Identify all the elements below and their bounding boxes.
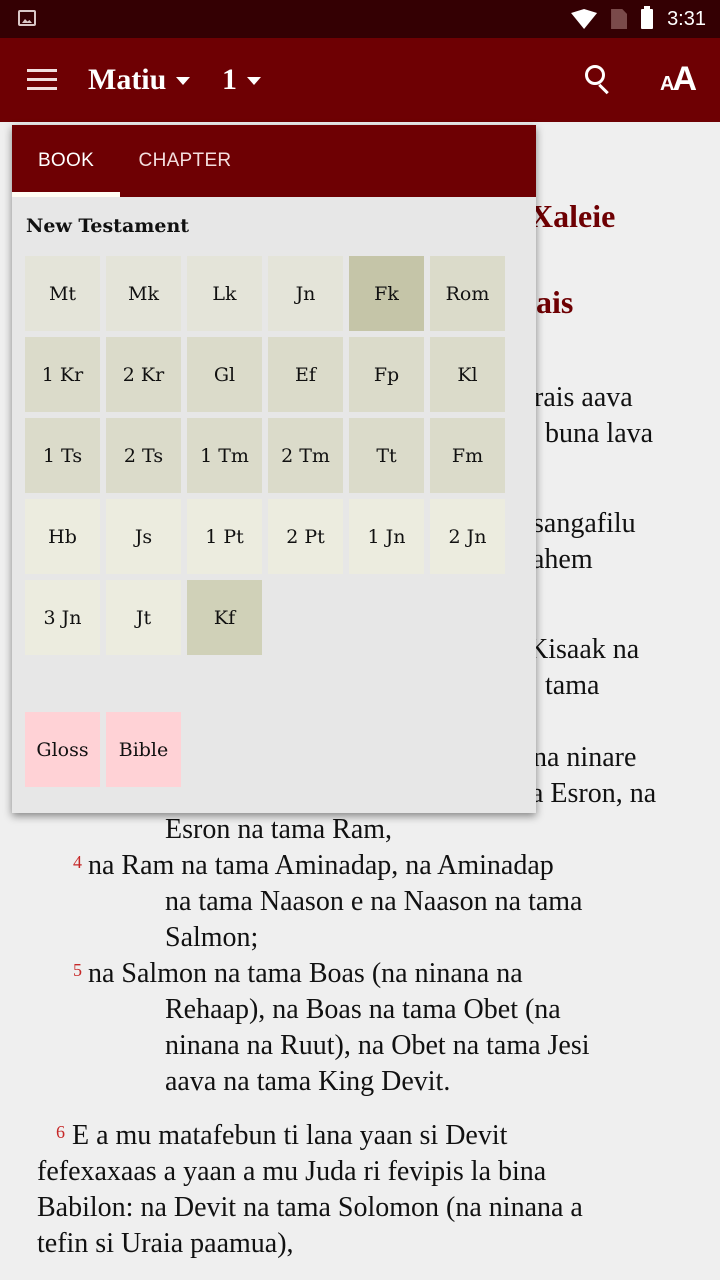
book-tile-lk[interactable]: Lk <box>187 256 262 331</box>
chapter-selector[interactable]: 1 <box>222 60 261 100</box>
book-chapter-picker: BOOK CHAPTER New Testament Mt Mk Lk Jn Fk Rom… <box>12 125 536 813</box>
book-tile-jt[interactable]: Jt <box>106 580 181 655</box>
book-tile-2-tm[interactable]: 2 Tm <box>268 418 343 493</box>
book-tile-kf[interactable]: Kf <box>187 580 262 655</box>
book-tile-fm[interactable]: Fm <box>430 418 505 493</box>
book-tile-fp[interactable]: Fp <box>349 337 424 412</box>
verse-line: tefin si Uraia paamua), <box>37 1228 294 1259</box>
hamburger-menu-icon[interactable] <box>27 69 57 91</box>
battery-icon <box>641 6 654 29</box>
verse-line: Rehaap), na Boas na tama Obet (na <box>165 994 561 1025</box>
text-line: sangafilu <box>533 508 636 539</box>
tab-book[interactable]: BOOK <box>12 125 120 197</box>
book-tile-2-ts[interactable]: 2 Ts <box>106 418 181 493</box>
tab-chapter[interactable]: CHAPTER <box>120 125 250 197</box>
book-tile-1-kr[interactable]: 1 Kr <box>25 337 100 412</box>
book-tile-1-tm[interactable]: 1 Tm <box>187 418 262 493</box>
text-line: Kisaak na <box>528 634 640 665</box>
section-title: New Testament <box>26 215 190 237</box>
verse-line: Salmon; <box>165 922 259 953</box>
chevron-down-icon <box>247 77 261 85</box>
text-line: a Esron, na <box>531 778 657 809</box>
status-bar: 3:31 <box>0 0 720 38</box>
text-line: na ninare <box>533 742 637 773</box>
no-sim-icon <box>611 9 628 29</box>
verse-line: aava na tama King Devit. <box>165 1066 451 1097</box>
verse-line: Babilon: na Devit na tama Solomon (na ni… <box>37 1192 583 1223</box>
picker-tabs: BOOK CHAPTER <box>12 125 536 197</box>
section-heading: Xaleie <box>530 198 616 234</box>
book-tile-mt[interactable]: Mt <box>25 256 100 331</box>
verse-line: na tama Naason e na Naason na tama <box>165 886 583 917</box>
book-tile-1-pt[interactable]: 1 Pt <box>187 499 262 574</box>
book-tile-1-jn[interactable]: 1 Jn <box>349 499 424 574</box>
book-tile-tt[interactable]: Tt <box>349 418 424 493</box>
verse-number: 4 <box>73 852 82 872</box>
wifi-icon <box>571 9 598 29</box>
book-name: Matiu <box>88 63 167 96</box>
font-size-icon[interactable]: AA <box>660 60 697 100</box>
book-tile-2-jn[interactable]: 2 Jn <box>430 499 505 574</box>
book-tile-js[interactable]: Js <box>106 499 181 574</box>
book-tile-2-kr[interactable]: 2 Kr <box>106 337 181 412</box>
search-icon[interactable] <box>585 65 613 95</box>
verse-number: 5 <box>73 960 82 980</box>
chevron-down-icon <box>176 77 191 85</box>
verse-number: 6 <box>56 1122 65 1142</box>
status-indicators: 3:31 <box>571 0 706 38</box>
book-tile-mk[interactable]: Mk <box>106 256 181 331</box>
book-tile-3-jn[interactable]: 3 Jn <box>25 580 100 655</box>
book-tile-jn[interactable]: Jn <box>268 256 343 331</box>
book-tile-gl[interactable]: Gl <box>187 337 262 412</box>
chapter-number: 1 <box>222 63 237 96</box>
verse-line: na Ram na tama Aminadap, na Aminadap <box>88 850 554 881</box>
active-tab-indicator <box>12 192 120 197</box>
book-tile-hb[interactable]: Hb <box>25 499 100 574</box>
book-selector[interactable]: Matiu <box>88 60 191 100</box>
text-line: rais aava <box>534 382 633 413</box>
book-tile-rom[interactable]: Rom <box>430 256 505 331</box>
verse-line: E a mu matafebun ti lana yaan si Devit <box>72 1120 508 1151</box>
section-heading: ais <box>536 284 574 320</box>
book-tile-ef[interactable]: Ef <box>268 337 343 412</box>
book-tile-fk[interactable]: Fk <box>349 256 424 331</box>
text-line: ahem <box>532 544 593 575</box>
app-bar: Matiu 1 AA <box>0 38 720 122</box>
book-tile-1-ts[interactable]: 1 Ts <box>25 418 100 493</box>
extra-tile-bible[interactable]: Bible <box>106 712 181 787</box>
verse-line: ninana na Ruut), na Obet na tama Jesi <box>165 1030 590 1061</box>
book-tile-2-pt[interactable]: 2 Pt <box>268 499 343 574</box>
book-tile-kl[interactable]: Kl <box>430 337 505 412</box>
verse-line: fefexaxaas a yaan a mu Juda ri fevipis l… <box>37 1156 547 1187</box>
extra-tile-gloss[interactable]: Gloss <box>25 712 100 787</box>
clock: 3:31 <box>667 7 706 30</box>
text-line: tama <box>545 670 600 701</box>
verse-line: na Salmon na tama Boas (na ninana na <box>88 958 523 989</box>
text-line: buna lava <box>545 418 654 449</box>
gallery-notification-icon <box>18 10 36 26</box>
text-line: Esron na tama Ram, <box>165 814 393 845</box>
